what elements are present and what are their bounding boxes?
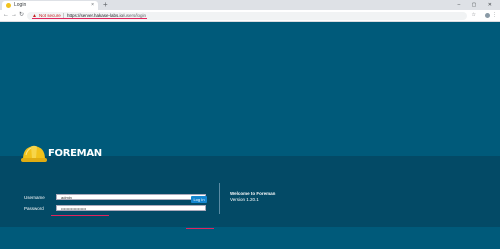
forward-icon[interactable]: → xyxy=(11,10,17,21)
foreman-logo: FOREMAN xyxy=(21,142,102,168)
back-icon[interactable]: ← xyxy=(3,10,9,21)
username-field[interactable]: admin xyxy=(56,194,206,200)
browser-tabstrip: Login × + – ▢ ✕ xyxy=(0,0,500,10)
panel-divider xyxy=(219,183,220,214)
password-field[interactable]: •••••••••••••••••• xyxy=(56,205,206,211)
profile-avatar[interactable] xyxy=(485,13,490,18)
tab-close-icon[interactable]: × xyxy=(91,1,94,10)
bookmark-star-icon[interactable]: ☆ xyxy=(472,10,476,21)
url-scheme: https:// xyxy=(67,12,81,18)
login-button[interactable]: Log In xyxy=(191,196,207,203)
new-tab-button[interactable]: + xyxy=(103,0,108,10)
version-text: Version 1.20.1 xyxy=(230,197,259,202)
window-controls[interactable]: – ▢ ✕ xyxy=(458,0,497,10)
brand-name: FOREMAN xyxy=(48,148,102,159)
helmet-icon xyxy=(21,145,47,162)
url-host: server.hakase-labs.io xyxy=(80,12,124,18)
browser-menu-icon[interactable]: ⋮ xyxy=(492,10,497,21)
login-underline-annotation xyxy=(186,228,214,229)
url-underline-annotation xyxy=(32,18,147,19)
password-underline-annotation xyxy=(51,215,109,216)
foreman-favicon-icon xyxy=(6,3,11,8)
tab-title: Login xyxy=(14,2,27,8)
url-path: /users/login xyxy=(123,12,147,18)
reload-icon[interactable]: ↻ xyxy=(19,10,24,21)
browser-toolbar: ← → ↻ ▲ Not secure https://server.hakase… xyxy=(0,10,500,22)
browser-tab[interactable]: Login × xyxy=(2,1,98,10)
password-label: Password xyxy=(24,206,44,211)
username-label: Username xyxy=(24,195,45,200)
